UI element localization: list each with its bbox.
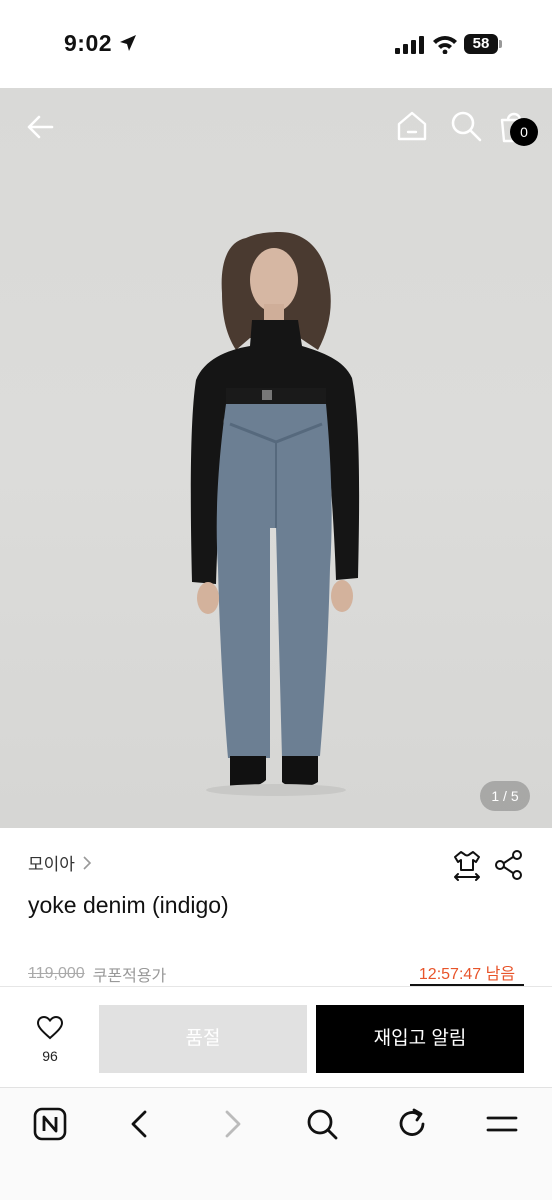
browser-toolbar	[0, 1087, 552, 1200]
cart-count-badge: 0	[510, 118, 538, 146]
product-image-carousel[interactable]: 0 1 / 5	[0, 88, 552, 828]
price-row: 119,000 쿠폰적용가	[28, 962, 166, 986]
size-guide-icon[interactable]	[450, 848, 484, 882]
chevron-right-icon	[83, 855, 92, 870]
home-icon[interactable]	[394, 108, 430, 144]
menu-icon[interactable]	[482, 1104, 522, 1144]
back-arrow-icon[interactable]	[24, 110, 58, 144]
search-icon[interactable]	[302, 1104, 342, 1144]
hero-navigation: 0	[0, 88, 552, 168]
battery-icon: 58	[464, 34, 502, 54]
product-photo	[190, 232, 360, 796]
location-arrow-icon	[120, 35, 136, 51]
naver-n-icon[interactable]	[30, 1104, 70, 1144]
heart-icon	[37, 1016, 63, 1040]
restock-alert-button[interactable]: 재입고 알림	[316, 1005, 524, 1073]
soldout-button[interactable]: 품절	[99, 1005, 307, 1073]
original-price: 119,000	[28, 965, 85, 982]
forward-chevron-icon[interactable]	[212, 1104, 252, 1144]
refresh-icon[interactable]	[392, 1104, 432, 1144]
status-bar: 9:02 58	[0, 0, 552, 88]
divider	[0, 986, 552, 987]
status-time: 9:02	[64, 30, 113, 56]
brand-name: 모이아	[28, 855, 75, 874]
product-title: yoke denim (indigo)	[28, 892, 229, 918]
brand-link[interactable]: 모이아	[28, 850, 93, 875]
search-icon[interactable]	[448, 108, 484, 144]
like-count: 96	[42, 1048, 58, 1064]
signal-icon	[395, 36, 424, 54]
countdown-timer: 12:57:47 남음	[410, 960, 524, 986]
battery-level: 58	[472, 35, 490, 52]
coupon-price-label: 쿠폰적용가	[92, 968, 167, 985]
share-icon[interactable]	[492, 848, 526, 882]
wifi-icon	[433, 36, 457, 54]
back-chevron-icon[interactable]	[120, 1104, 160, 1144]
like-button[interactable]: 96	[26, 1016, 74, 1068]
image-page-indicator: 1 / 5	[480, 781, 530, 811]
